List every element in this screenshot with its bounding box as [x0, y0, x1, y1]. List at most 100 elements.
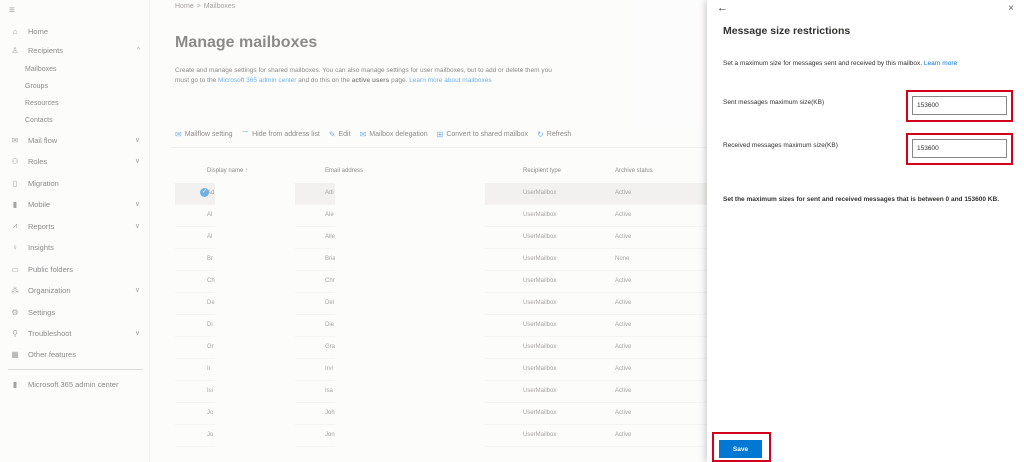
cell-display-name: Isi: [207, 388, 213, 394]
cell-display-name: Al: [207, 234, 213, 240]
nav-item-other-features[interactable]: ▦ Other features: [0, 346, 150, 362]
nav-item-label: Insights: [28, 242, 54, 252]
convert-to-shared-mailbox-button[interactable]: ⊞ Convert to shared mailbox: [437, 129, 528, 139]
table-row[interactable]: Al Ale UserMailbox Active: [175, 205, 707, 227]
nav-divider: [8, 369, 143, 370]
back-arrow-icon[interactable]: ←: [717, 2, 728, 14]
chevron-up-icon: ^: [136, 46, 140, 54]
chevron-down-icon: ∨: [134, 287, 140, 294]
nav-item-troubleshoot[interactable]: ⚲ Troubleshoot ∨: [0, 325, 150, 341]
redaction-mask: [215, 337, 295, 359]
nav-item-roles[interactable]: ⚇ Roles ∨: [0, 153, 150, 169]
column-header-archive-status[interactable]: Archive status: [615, 168, 653, 174]
hide-icon: ⌔: [241, 129, 250, 138]
nav-item-insights[interactable]: ♀ Insights: [0, 239, 150, 255]
cell-archive-status: Active: [615, 344, 632, 350]
nav-item-recipients[interactable]: ♙ Recipients ^: [0, 42, 150, 58]
received-max-size-input[interactable]: [912, 139, 1007, 158]
cell-archive-status: Active: [615, 234, 632, 240]
nav-subitem-mailboxes[interactable]: Mailboxes: [25, 66, 57, 73]
table-row[interactable]: Jo Joh UserMailbox Active: [175, 403, 707, 425]
page-description: Create and manage settings for shared ma…: [175, 66, 555, 85]
redaction-mask: [335, 205, 485, 227]
cell-display-name: Gr: [207, 344, 214, 350]
nav-item-public-folders[interactable]: ▭ Public folders: [0, 261, 150, 277]
chevron-down-icon: ∨: [134, 137, 140, 144]
pencil-icon: ✎: [328, 129, 336, 139]
edit-button[interactable]: ✎ Edit: [329, 129, 351, 139]
table-row[interactable]: Gr Gra UserMailbox Active: [175, 337, 707, 359]
cell-archive-status: Active: [615, 366, 632, 372]
column-header-display-name[interactable]: Display name ↑: [207, 168, 248, 174]
cell-email: Irvi: [325, 366, 333, 372]
sent-max-size-label: Sent messages maximum size(KB): [723, 99, 825, 106]
nav-item-label: Microsoft 365 admin center: [28, 379, 119, 389]
nav-item-label: Other features: [28, 349, 76, 359]
nav-item-label: Reports: [28, 221, 55, 231]
cell-display-name: Jo: [207, 410, 214, 416]
redaction-mask: [335, 381, 485, 403]
grid-icon: ▦: [11, 349, 19, 359]
button-label: Mailbox delegation: [369, 130, 428, 138]
nav-item-home[interactable]: ⌂ Home: [0, 23, 150, 39]
chevron-down-icon: ∨: [134, 201, 140, 208]
table-row[interactable]: Ch Chr UserMailbox Active: [175, 271, 707, 293]
nav-item-mobile[interactable]: ▮ Mobile ∨: [0, 196, 150, 212]
learn-more-mailboxes-link[interactable]: Learn more about mailboxes: [409, 77, 491, 84]
mailflow-setting-button[interactable]: ✉ Mailflow setting: [175, 129, 233, 139]
nav-item-label: Settings: [28, 307, 56, 317]
cell-archive-status: None: [615, 256, 630, 262]
nav-item-organization[interactable]: ⁂ Organization ∨: [0, 282, 150, 298]
button-label: Refresh: [546, 130, 572, 138]
nav-item-settings[interactable]: ⚙ Settings: [0, 304, 150, 320]
table-row[interactable]: Di Die UserMailbox Active: [175, 315, 707, 337]
page-title: Manage mailboxes: [175, 34, 318, 51]
wrench-icon: ⚲: [12, 328, 18, 338]
redaction-mask: [215, 359, 295, 381]
refresh-button[interactable]: ↻ Refresh: [537, 129, 571, 139]
table-row[interactable]: Jo Jon UserMailbox Active: [175, 425, 707, 447]
cell-display-name: Di: [207, 322, 213, 328]
nav-item-migration[interactable]: ▯ Migration: [0, 175, 150, 191]
table-row[interactable]: Ir Irvi UserMailbox Active: [175, 359, 707, 381]
table-row[interactable]: ✓ Ad Adi UserMailbox Active: [175, 183, 707, 205]
column-header-email[interactable]: Email address: [325, 168, 363, 174]
cell-recipient-type: UserMailbox: [523, 366, 557, 372]
close-icon[interactable]: ×: [1008, 3, 1014, 14]
cell-email: Isa: [325, 388, 334, 394]
redaction-mask: [215, 205, 295, 227]
m365-admin-center-link[interactable]: Microsoft 365 admin center: [218, 77, 296, 84]
nav-item-reports[interactable]: ⩘ Reports ∨: [0, 218, 150, 234]
gear-icon: ⚙: [11, 307, 19, 317]
roles-icon: ⚇: [11, 156, 19, 166]
cell-email: Gra: [325, 344, 336, 350]
desc-text: page.: [389, 76, 410, 84]
table-row[interactable]: Br Bria UserMailbox None: [175, 249, 707, 271]
redaction-mask: [335, 293, 485, 315]
learn-more-link[interactable]: Learn more: [924, 60, 957, 67]
table-row[interactable]: Al Alle UserMailbox Active: [175, 227, 707, 249]
button-label: Mailflow setting: [184, 130, 233, 138]
save-button[interactable]: Save: [719, 440, 762, 458]
mailbox-delegation-button[interactable]: ✉ Mailbox delegation: [360, 129, 428, 139]
nav-subitem-contacts[interactable]: Contacts: [25, 117, 53, 124]
hide-from-address-list-button[interactable]: ⌔ Hide from address list: [242, 129, 320, 139]
cell-archive-status: Active: [615, 410, 632, 416]
mail-icon: ✉: [11, 135, 19, 145]
table-header: Display name ↑ Email address Recipient t…: [175, 166, 707, 180]
cell-recipient-type: UserMailbox: [523, 256, 557, 262]
hamburger-icon[interactable]: ≡: [9, 5, 15, 16]
reports-icon: ⩘: [12, 221, 18, 230]
redaction-mask: [215, 227, 295, 249]
sent-max-size-input[interactable]: [912, 96, 1007, 115]
nav-item-mail-flow[interactable]: ✉ Mail flow ∨: [0, 132, 150, 148]
nav-subitem-groups[interactable]: Groups: [25, 83, 48, 90]
nav-item-m365-admin-center[interactable]: ▮ Microsoft 365 admin center: [0, 376, 150, 392]
table-row[interactable]: De Del UserMailbox Active: [175, 293, 707, 315]
table-row[interactable]: Isi Isa UserMailbox Active: [175, 381, 707, 403]
column-header-recipient-type[interactable]: Recipient type: [523, 168, 561, 174]
cell-recipient-type: UserMailbox: [523, 432, 557, 438]
breadcrumb-home[interactable]: Home: [175, 3, 194, 10]
nav-subitem-resources[interactable]: Resources: [25, 100, 58, 107]
redaction-mask: [215, 183, 295, 205]
